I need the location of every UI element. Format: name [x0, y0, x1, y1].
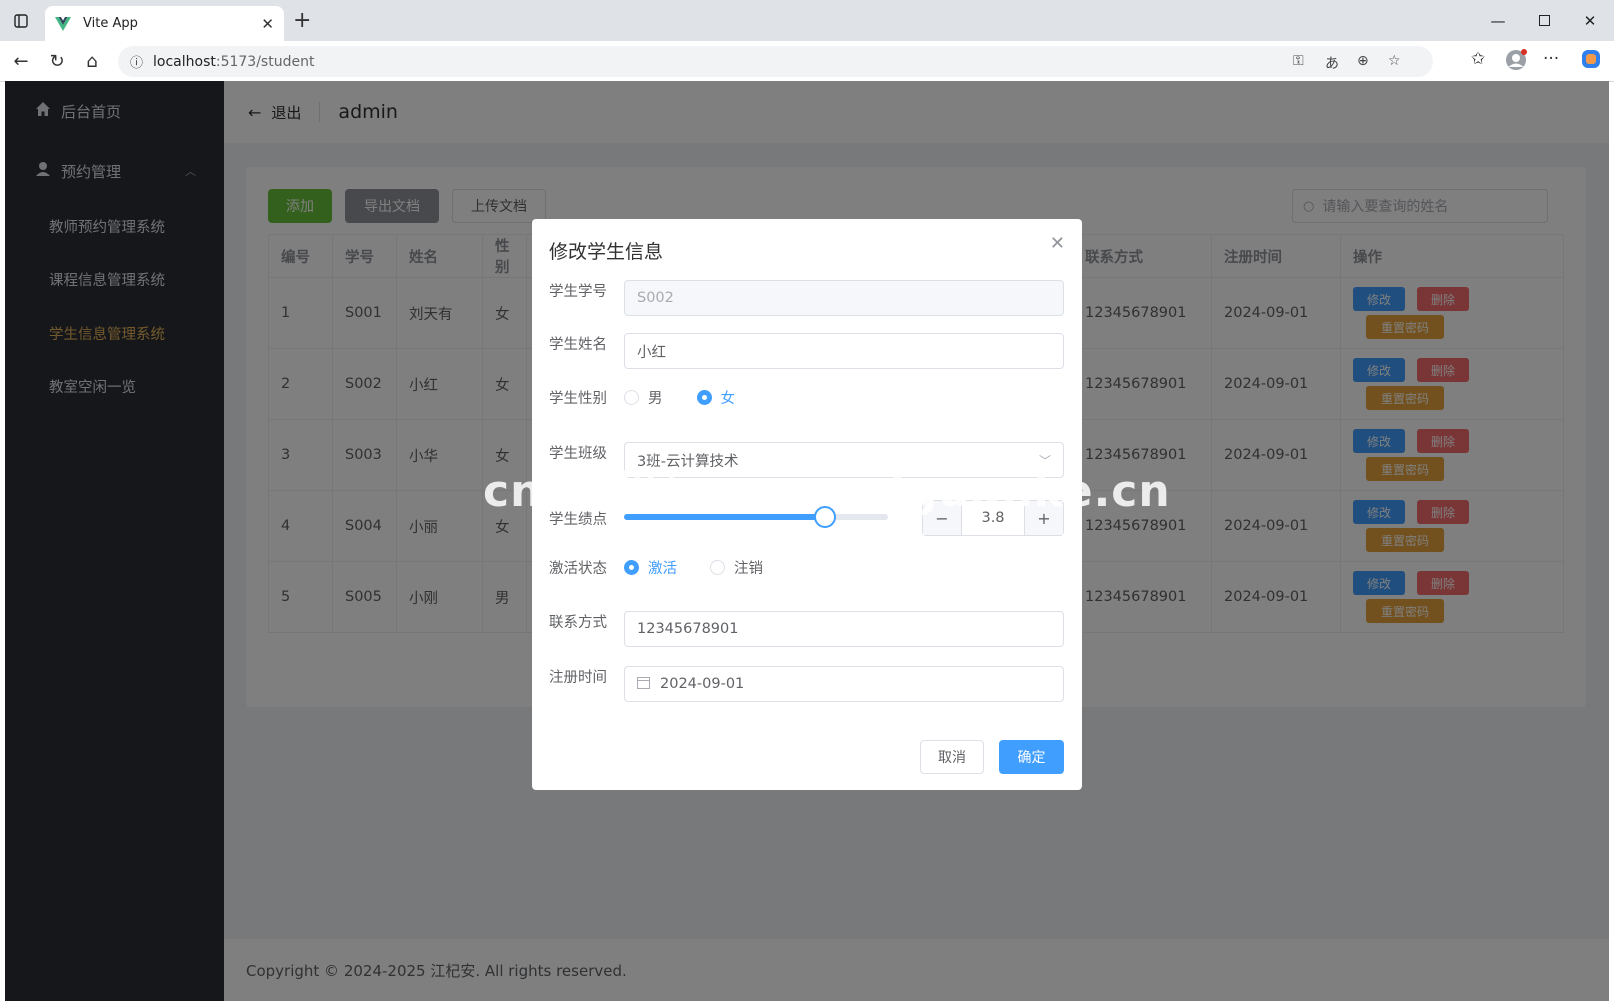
- dialog-title: 修改学生信息: [549, 241, 664, 263]
- date-value: 2024-09-01: [660, 676, 745, 692]
- more-icon[interactable]: ···: [1543, 49, 1559, 69]
- home-icon[interactable]: ⌂: [81, 50, 103, 72]
- radio-label: 注销: [734, 561, 763, 577]
- address-bar[interactable]: ⓘ localhost:5173/student ⚿ あ ⊕ ☆: [118, 46, 1433, 77]
- radio-circle: [696, 390, 712, 405]
- key-icon[interactable]: ⚿: [1293, 53, 1304, 69]
- browser-toolbar: ← ↻ ⌂ ⓘ localhost:5173/student ⚿ あ ⊕ ☆ ✩…: [0, 41, 1614, 82]
- status-active-radio[interactable]: 激活: [624, 557, 677, 578]
- tab-title: Vite App: [83, 16, 138, 31]
- date-label: 注册时间: [549, 670, 607, 686]
- tab-actions-icon[interactable]: [0, 0, 41, 41]
- phone-field[interactable]: 12345678901: [624, 611, 1064, 647]
- close-icon[interactable]: ✕: [1050, 233, 1065, 254]
- vue-logo-icon: [55, 16, 71, 31]
- status-label: 激活状态: [549, 561, 607, 577]
- status-radio-group: 激活 注销: [624, 557, 795, 578]
- url-host: localhost: [153, 53, 216, 70]
- radio-circle: [624, 560, 639, 575]
- watermark-text: cn围观客www.weiguanke.cn: [483, 466, 1171, 517]
- cancel-button[interactable]: 取消: [920, 740, 984, 774]
- radio-label: 女: [720, 391, 736, 407]
- browser-tab[interactable]: Vite App ✕: [45, 6, 284, 41]
- radio-label: 男: [648, 391, 663, 407]
- new-tab-icon[interactable]: +: [293, 8, 311, 33]
- maximize-icon[interactable]: [1521, 0, 1567, 41]
- profile-avatar-icon[interactable]: [1505, 49, 1527, 76]
- gender-radio-group: 男 女: [624, 387, 767, 408]
- zoom-icon[interactable]: ⊕: [1357, 53, 1369, 69]
- gender-label: 学生性别: [549, 391, 607, 407]
- phone-value: 12345678901: [637, 621, 739, 637]
- minimize-icon[interactable]: —: [1475, 0, 1521, 41]
- translate-icon[interactable]: あ: [1325, 53, 1339, 73]
- favorite-star-icon[interactable]: ☆: [1388, 53, 1401, 69]
- copilot-icon[interactable]: [1581, 49, 1601, 74]
- date-picker[interactable]: 2024-09-01: [624, 666, 1064, 702]
- sno-label: 学生学号: [549, 284, 607, 300]
- url-path: :5173/student: [215, 53, 315, 70]
- back-icon[interactable]: ←: [10, 50, 32, 72]
- tab-close-icon[interactable]: ✕: [261, 15, 274, 33]
- site-info-icon[interactable]: ⓘ: [130, 52, 143, 71]
- confirm-button[interactable]: 确定: [999, 740, 1064, 774]
- gender-male-radio[interactable]: 男: [624, 387, 663, 408]
- radio-circle: [624, 390, 639, 405]
- name-label: 学生姓名: [549, 337, 607, 353]
- calendar-icon: [637, 676, 650, 693]
- gender-female-radio[interactable]: 女: [696, 387, 736, 408]
- radio-circle: [710, 560, 725, 575]
- sno-field: S002: [624, 280, 1064, 316]
- browser-tab-bar: Vite App ✕ + — ✕: [0, 0, 1614, 41]
- refresh-icon[interactable]: ↻: [46, 50, 68, 72]
- close-window-icon[interactable]: ✕: [1567, 0, 1613, 41]
- name-field[interactable]: 小红: [624, 333, 1064, 369]
- favorites-icon[interactable]: ✩: [1471, 49, 1485, 69]
- sno-value: S002: [637, 290, 674, 306]
- status-cancel-radio[interactable]: 注销: [710, 557, 763, 578]
- phone-label: 联系方式: [549, 615, 607, 631]
- name-value: 小红: [637, 344, 666, 361]
- radio-label: 激活: [648, 561, 677, 577]
